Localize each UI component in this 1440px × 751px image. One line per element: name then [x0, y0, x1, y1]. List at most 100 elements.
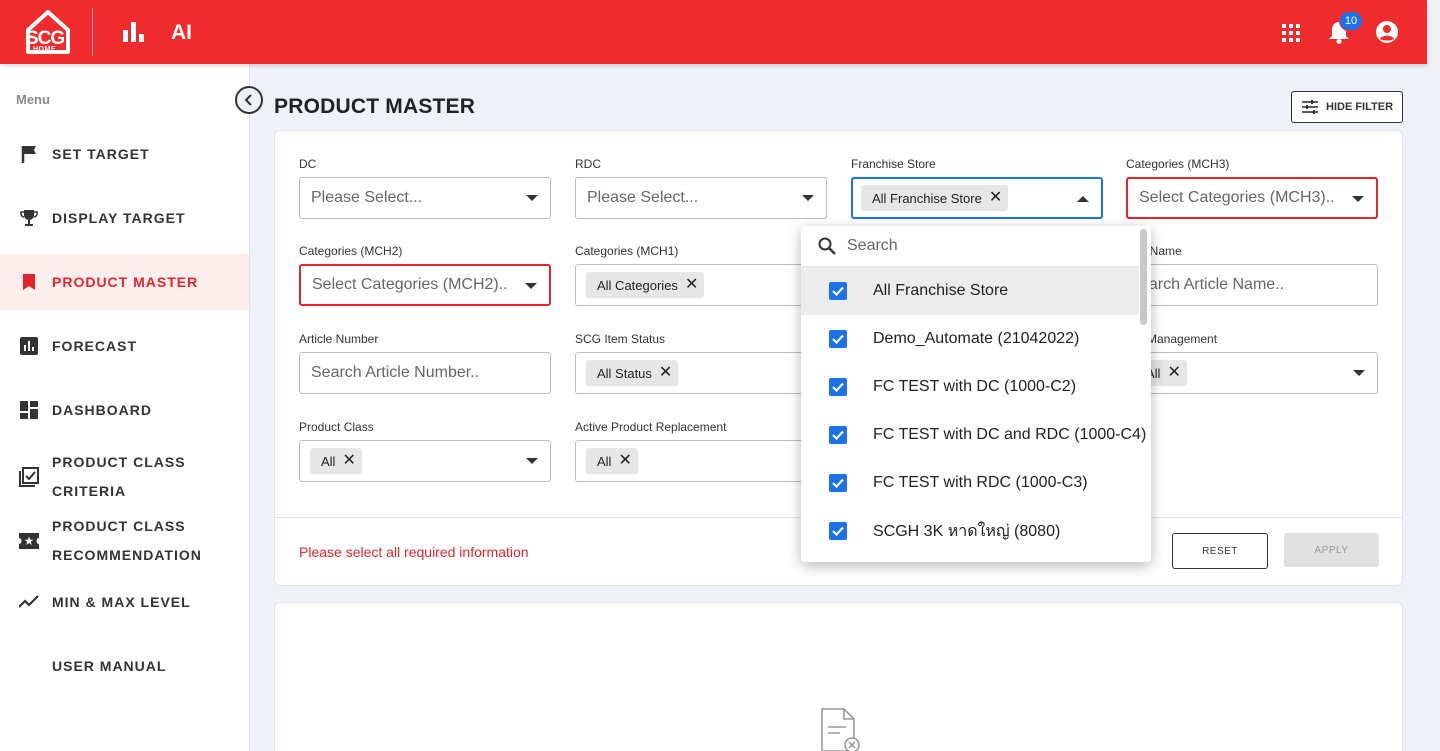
dropdown-option[interactable]: Demo_Automate (21042022)	[801, 315, 1139, 363]
bar-chart-icon	[19, 336, 39, 356]
mch3-select[interactable]: Select Categories (MCH3)..	[1126, 177, 1378, 219]
empty-file-icon	[821, 708, 860, 751]
item-status-select[interactable]: All Status ✕	[575, 352, 827, 394]
dropdown-scrollbar[interactable]	[1140, 229, 1147, 325]
dropdown-search-placeholder: Search	[847, 237, 898, 254]
ticket-icon	[19, 531, 39, 551]
dropdown-search[interactable]: Search	[801, 226, 1139, 267]
sidebar-item-forecast[interactable]: FORECAST	[0, 318, 249, 374]
notification-count-badge: 10	[1339, 11, 1363, 31]
checkbox-checked-icon[interactable]	[829, 426, 847, 444]
bar-chart-icon	[123, 22, 144, 42]
option-label: FC TEST with DC and RDC (1000-C4)	[873, 426, 1147, 443]
sidebar-item-label-line2: RECOMMENDATION	[52, 547, 202, 563]
results-panel	[274, 602, 1403, 751]
sidebar-item-label: MIN & MAX LEVEL	[52, 593, 191, 610]
sidebar-item-label: PRODUCT MASTER	[52, 273, 199, 290]
flag-icon	[19, 144, 39, 164]
rdc-select[interactable]: Please Select...	[575, 177, 827, 219]
caret-down-icon	[1352, 196, 1364, 202]
remove-chip-icon[interactable]: ✕	[659, 365, 672, 381]
tune-icon	[1302, 100, 1318, 114]
article-number-field: Article Number Search Article Number..	[299, 332, 551, 394]
mch2-select[interactable]: Select Categories (MCH2)..	[299, 264, 551, 306]
chip-label: All Categories	[597, 277, 678, 293]
menu-label: Menu	[16, 92, 50, 107]
mch3-label: Categories (MCH3)	[1126, 157, 1230, 171]
management-select[interactable]: All ✕	[1126, 352, 1378, 394]
top-bar: SCG HOME AI	[0, 0, 1427, 64]
mch3-placeholder: Select Categories (MCH3)..	[1139, 189, 1335, 206]
remove-chip-icon[interactable]: ✕	[989, 190, 1002, 206]
product-class-select[interactable]: All ✕	[299, 440, 551, 482]
dropdown-option[interactable]: FC TEST with DC (1000-C2)	[801, 363, 1139, 411]
article-number-placeholder: Search Article Number..	[311, 364, 480, 381]
caret-down-icon	[526, 195, 538, 201]
chip-label: All Franchise Store	[872, 190, 982, 206]
sidebar-item-product-class-recommendation[interactable]: PRODUCT CLASS RECOMMENDATION	[0, 509, 249, 573]
reset-button[interactable]: RESET	[1172, 533, 1268, 569]
remove-chip-icon[interactable]: ✕	[1167, 365, 1180, 381]
option-label: All Franchise Store	[873, 282, 1009, 299]
dropdown-option[interactable]: All Franchise Store	[801, 267, 1139, 315]
caret-down-icon	[525, 283, 537, 289]
article-name-label: le Name	[1137, 244, 1182, 258]
option-label: SCGH 3K หาดใหญ่ (8080)	[873, 522, 1061, 540]
option-label: FC TEST with RDC (1000-C3)	[873, 474, 1088, 491]
sidebar-item-user-manual[interactable]: USER MANUAL	[0, 638, 249, 694]
sidebar-collapse-button[interactable]	[235, 86, 263, 114]
franchise-store-select[interactable]: All Franchise Store ✕	[851, 177, 1103, 219]
sidebar-item-set-target[interactable]: SET TARGET	[0, 126, 249, 182]
article-name-placeholder: earch Article Name..	[1140, 276, 1285, 293]
active-replacement-chip: All ✕	[586, 448, 638, 474]
active-replacement-label: Active Product Replacement	[575, 420, 727, 434]
user-account-icon[interactable]	[1375, 20, 1399, 44]
checkbox-checked-icon[interactable]	[829, 282, 847, 300]
sidebar-item-display-target[interactable]: DISPLAY TARGET	[0, 190, 249, 246]
franchise-store-chip: All Franchise Store ✕	[861, 185, 1009, 211]
apply-button[interactable]: APPLY	[1284, 533, 1379, 567]
checkbox-checked-icon[interactable]	[829, 474, 847, 492]
mch1-label: Categories (MCH1)	[575, 244, 679, 258]
dropdown-option[interactable]: FC TEST with RDC (1000-C3)	[801, 459, 1139, 507]
checkbox-checked-icon[interactable]	[829, 522, 847, 540]
dropdown-option[interactable]: SCGH 3K หาดใหญ่ (8080)	[801, 507, 1139, 555]
franchise-store-dropdown: Search All Franchise Store Demo_Automate…	[801, 226, 1151, 562]
remove-chip-icon[interactable]: ✕	[618, 453, 631, 469]
page-title: PRODUCT MASTER	[274, 95, 476, 118]
remove-chip-icon[interactable]: ✕	[685, 277, 698, 293]
dropdown-option[interactable]: FC TEST with DC and RDC (1000-C4)	[801, 411, 1146, 459]
apps-grid-icon[interactable]	[1282, 24, 1300, 42]
hide-filter-button[interactable]: HIDE FILTER	[1291, 91, 1403, 123]
sidebar-item-label-line2: CRITERIA	[52, 483, 127, 499]
option-label: FC TEST with DC (1000-C2)	[873, 378, 1077, 395]
mch1-select[interactable]: All Categories ✕	[575, 264, 827, 306]
chip-label: All	[321, 453, 336, 469]
sidebar-item-min-max-level[interactable]: MIN & MAX LEVEL	[0, 574, 249, 630]
bookmark-icon	[19, 272, 39, 292]
sidebar-item-product-master[interactable]: PRODUCT MASTER	[0, 254, 249, 310]
sidebar-item-dashboard[interactable]: DASHBOARD	[0, 382, 249, 438]
sidebar-item-label: FORECAST	[52, 337, 137, 354]
article-number-input[interactable]: Search Article Number..	[299, 352, 551, 394]
checkbox-checked-icon[interactable]	[829, 330, 847, 348]
remove-chip-icon[interactable]: ✕	[342, 453, 355, 469]
sidebar-item-label-line1: PRODUCT CLASS	[52, 454, 186, 470]
chip-label: All Status	[597, 365, 652, 381]
caret-down-icon	[1353, 370, 1365, 376]
sidebar-item-label: USER MANUAL	[52, 657, 167, 674]
item-status-field: SCG Item Status All Status ✕	[575, 332, 827, 394]
dc-select[interactable]: Please Select...	[299, 177, 551, 219]
mch3-field: Categories (MCH3) Select Categories (MCH…	[1126, 157, 1378, 219]
dc-field: DC Please Select...	[299, 157, 551, 219]
active-replacement-select[interactable]: All ✕	[575, 440, 827, 482]
checkbox-checked-icon[interactable]	[829, 378, 847, 396]
mch1-chip: All Categories ✕	[586, 272, 705, 298]
article-name-input[interactable]: earch Article Name..	[1126, 264, 1378, 306]
mch2-field: Categories (MCH2) Select Categories (MCH…	[299, 244, 551, 306]
chevron-left-icon	[244, 94, 252, 106]
sidebar-item-product-class-criteria[interactable]: PRODUCT CLASS CRITERIA	[0, 445, 249, 509]
scg-home-logo[interactable]: SCG HOME	[22, 10, 74, 54]
search-icon	[818, 237, 836, 255]
page-scrollbar-track[interactable]	[1427, 0, 1440, 751]
